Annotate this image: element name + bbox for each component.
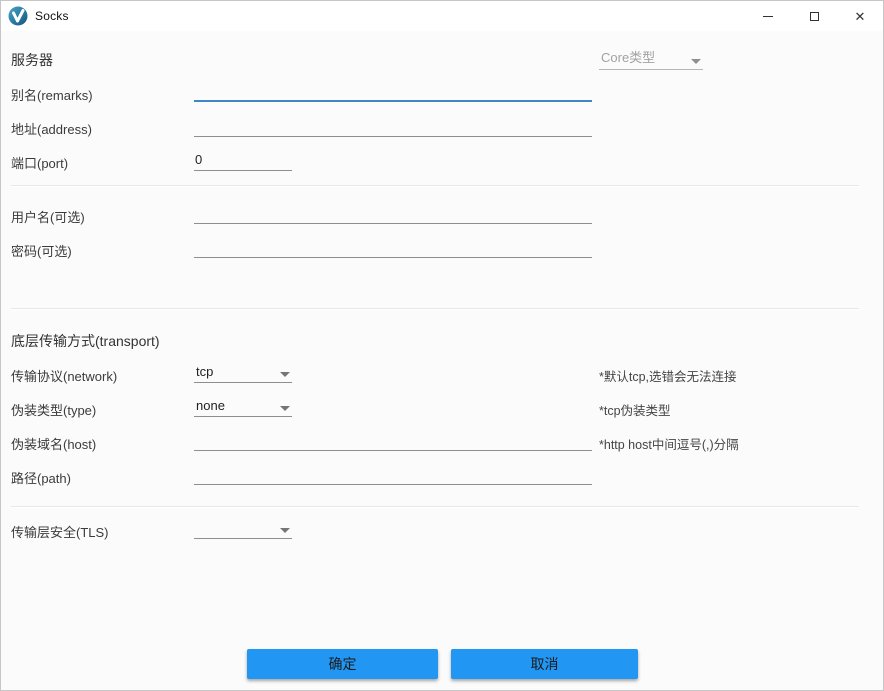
titlebar: Socks ✕ [1,1,883,31]
password-input[interactable] [194,236,592,258]
host-label: 伪装域名(host) [11,434,96,453]
minimize-icon [763,16,773,17]
network-note: *默认tcp,选错会无法连接 [599,366,737,385]
path-input[interactable] [194,463,592,485]
username-input[interactable] [194,202,592,224]
chevron-down-icon [691,59,701,64]
window-controls: ✕ [745,1,883,31]
window-title: Socks [35,9,69,23]
port-input[interactable] [194,149,292,171]
ok-button[interactable]: 确定 [247,649,438,679]
divider [11,506,859,507]
remarks-label: 别名(remarks) [11,85,93,104]
divider [11,185,859,186]
network-label: 传输协议(network) [11,366,117,385]
core-type-value: Core类型 [601,47,655,66]
host-note: *http host中间逗号(,)分隔 [599,434,739,453]
divider [11,308,859,309]
password-label: 密码(可选) [11,241,72,260]
port-label: 端口(port) [11,153,68,172]
socks-dialog-window: Socks ✕ 服务器 Core类型 别名(remarks) 地址(addres… [0,0,884,691]
app-logo-icon [8,6,28,26]
cancel-button[interactable]: 取消 [451,649,638,679]
type-note: *tcp伪装类型 [599,400,671,419]
chevron-down-icon [280,406,290,411]
type-value: none [196,398,225,413]
dialog-content: 服务器 Core类型 别名(remarks) 地址(address) 端口(po… [1,31,883,690]
network-select[interactable]: tcp [194,361,292,383]
address-label: 地址(address) [11,119,92,138]
maximize-button[interactable] [791,1,837,31]
close-icon: ✕ [855,10,866,23]
chevron-down-icon [280,528,290,533]
tls-select[interactable] [194,517,292,539]
path-label: 路径(path) [11,468,71,487]
host-input[interactable] [194,429,592,451]
core-type-select[interactable]: Core类型 [599,48,703,70]
server-section-header: 服务器 [11,50,53,70]
username-label: 用户名(可选) [11,207,85,226]
minimize-button[interactable] [745,1,791,31]
type-select[interactable]: none [194,395,292,417]
chevron-down-icon [280,372,290,377]
type-label: 伪装类型(type) [11,400,96,419]
maximize-icon [810,12,819,21]
address-input[interactable] [194,115,592,137]
network-value: tcp [196,364,213,379]
tls-label: 传输层安全(TLS) [11,522,109,541]
transport-section-header: 底层传输方式(transport) [11,331,160,351]
close-button[interactable]: ✕ [837,1,883,31]
remarks-input[interactable] [194,80,592,102]
